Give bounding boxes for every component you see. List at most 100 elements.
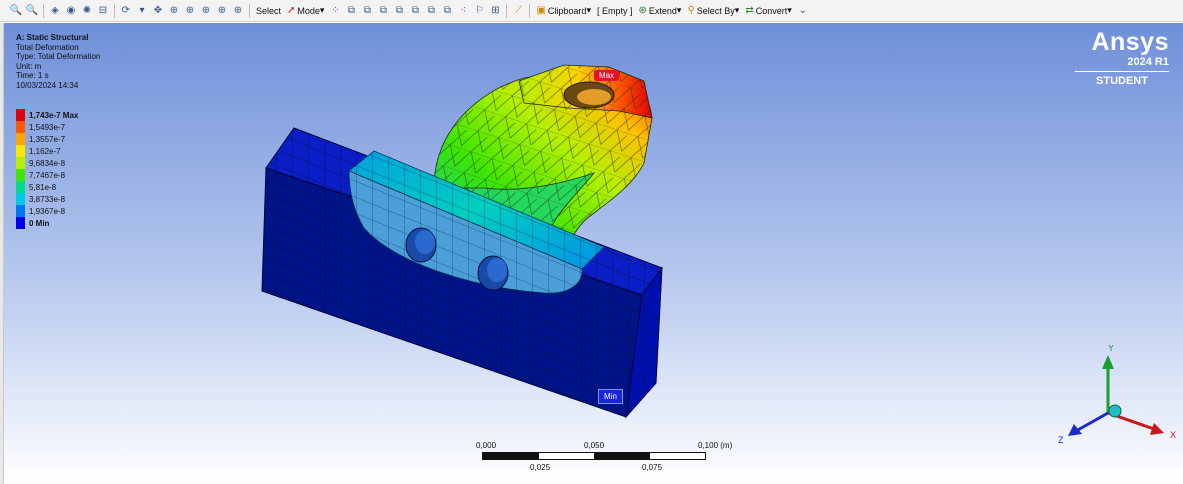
legend-entry: 1,9367e-8 [16, 205, 78, 217]
legend-swatch [16, 169, 25, 181]
legend-entry: 7,7467e-8 [16, 169, 78, 181]
clipboard-icon: ▣ [536, 5, 546, 16]
x-axis-label: X [1170, 430, 1176, 440]
magnifier-icon[interactable]: ⊕ [215, 4, 229, 18]
analysis-title: A: Static Structural [16, 33, 89, 42]
select-mesh-icon[interactable]: ⧉ [440, 4, 454, 18]
legend-entry: 1,743e-7 Max [16, 109, 78, 121]
select-element-face-icon[interactable]: ⧉ [392, 4, 406, 18]
box-zoom-icon[interactable]: ⊕ [183, 4, 197, 18]
select-by-button[interactable]: ⚲ Select By ▾ [687, 5, 739, 16]
pin-icon: ⚲ [687, 5, 695, 16]
convert-icon: ⇄ [745, 5, 754, 16]
legend-entry: 9,6834e-8 [16, 157, 78, 169]
zoom-to-fit-icon[interactable]: ⊕ [199, 4, 213, 18]
zoom-in-icon[interactable]: 🔍 [9, 4, 23, 18]
legend-swatch [16, 121, 25, 133]
scale-label-050: 0,050 [584, 441, 605, 450]
chevron-down-icon: ▾ [319, 5, 325, 15]
select-all-icon[interactable]: ⁖ [456, 4, 470, 18]
coordinate-triad[interactable]: Y X Z [1056, 345, 1180, 449]
chevron-down-icon: ▾ [676, 5, 682, 15]
select-node-icon[interactable]: ⧉ [424, 4, 438, 18]
select-edge-icon[interactable]: ⧉ [344, 4, 358, 18]
cursor-icon: ➚ [287, 5, 296, 16]
graphics-viewport[interactable]: A: Static Structural Total Deformation T… [4, 23, 1183, 484]
toolbar-divider [43, 3, 44, 18]
brand-name: Ansys [1091, 28, 1169, 56]
result-unit: Unit: m [16, 61, 42, 71]
legend-swatch [16, 217, 25, 229]
scale-label-0: 0,000 [476, 441, 497, 450]
view-cube-icon[interactable]: ◈ [48, 4, 62, 18]
legend-entry: 5,81e-8 [16, 181, 78, 193]
min-marker-label: Min [604, 392, 617, 401]
hide-icon[interactable]: ⊟ [96, 4, 110, 18]
zoom-out-icon[interactable]: 🔍 [25, 4, 39, 18]
max-marker-label: Max [599, 71, 615, 80]
chevron-down-icon: ▾ [787, 5, 792, 15]
contour-legend[interactable]: 1,743e-7 Max 1,5493e-7 1,3557e-7 1,162e-7 9,… [16, 109, 78, 229]
select-element-icon[interactable]: ⧉ [408, 4, 422, 18]
mode-button[interactable]: ➚ Mode ▾ [287, 5, 324, 16]
selection-info-icon[interactable]: ⊞ [488, 4, 502, 18]
rotate-icon[interactable]: ⟳ [119, 4, 133, 18]
pan-icon[interactable]: ✥ [151, 4, 165, 18]
legend-value: 3,8733e-8 [29, 194, 66, 204]
legend-entry: 1,3557e-7 [16, 133, 78, 145]
lighting-icon[interactable]: ✺ [80, 4, 94, 18]
scale-label-100: 0,100 (m) [698, 441, 733, 450]
rotate-dropdown-icon[interactable]: ▾ [135, 4, 149, 18]
ruler-icon[interactable]: ⟋ [511, 4, 525, 18]
legend-swatch [16, 157, 25, 169]
toolbar-overflow-icon[interactable]: ⌄ [796, 4, 810, 18]
clipboard-button[interactable]: ▣ Clipboard ▾ [536, 5, 591, 16]
select-face-icon[interactable]: ⧉ [360, 4, 374, 18]
legend-entry: 1,5493e-7 [16, 121, 78, 133]
legend-swatch [16, 133, 25, 145]
min-marker[interactable]: Min [598, 389, 623, 404]
legend-value: 1,9367e-8 [29, 206, 66, 216]
z-axis-label: Z [1058, 435, 1064, 445]
result-name: Total Deformation [16, 42, 79, 52]
select-vertex-icon[interactable]: ⁘ [328, 4, 342, 18]
result-info: A: Static Structural Total Deformation T… [16, 33, 100, 91]
convert-button[interactable]: ⇄ Convert ▾ [745, 5, 791, 16]
select-button[interactable]: Select [256, 6, 281, 16]
legend-swatch [16, 205, 25, 217]
scale-label-025: 0,025 [530, 463, 551, 472]
result-type: Type: Total Deformation [16, 52, 101, 62]
max-marker[interactable]: Max [594, 70, 620, 81]
ansys-logo: Ansys 2024 R1 STUDENT [1059, 29, 1169, 87]
extend-icon: ⊛ [638, 5, 647, 16]
mesh-model [261, 64, 663, 419]
toolbar-divider [506, 3, 508, 18]
legend-value: 7,7467e-8 [29, 170, 66, 180]
toolbar-divider [249, 3, 250, 18]
legend-value: 5,81e-8 [29, 182, 57, 192]
brand-divider [1075, 71, 1169, 72]
legend-entry: 0 Min [16, 217, 78, 229]
empty-clipboard-indicator: [ Empty ] [596, 5, 633, 16]
toolbar-divider [529, 3, 531, 18]
extend-button[interactable]: ⊛ Extend ▾ [638, 5, 681, 16]
zoom-icon[interactable]: ⊕ [167, 4, 181, 18]
previous-view-icon[interactable]: ⊕ [231, 4, 245, 18]
graphics-toolbar: 🔍 🔍 ◈ ◉ ✺ ⊟ ⟳ ▾ ✥ ⊕ ⊕ ⊕ ⊕ ⊕ Select ➚ Mode… [0, 0, 1183, 22]
scale-label-075: 0,075 [642, 463, 663, 472]
legend-value: 9,6834e-8 [29, 158, 66, 168]
chevron-down-icon: ▾ [734, 5, 740, 15]
legend-value: 0 Min [29, 218, 50, 228]
filter-icon[interactable]: ⚐ [472, 4, 486, 18]
wireframe-icon[interactable]: ◉ [64, 4, 78, 18]
chevron-down-icon: ▾ [586, 5, 591, 15]
legend-swatch [16, 193, 25, 205]
select-body-icon[interactable]: ⧉ [376, 4, 390, 18]
brand-edition: STUDENT [1096, 75, 1148, 87]
scale-bar-graphic [482, 452, 706, 460]
result-date: 10/03/2024 14:34 [16, 80, 79, 90]
legend-swatch [16, 181, 25, 193]
legend-swatch [16, 145, 25, 157]
result-time: Time: 1 s [16, 71, 49, 81]
legend-entry: 1,162e-7 [16, 145, 78, 157]
